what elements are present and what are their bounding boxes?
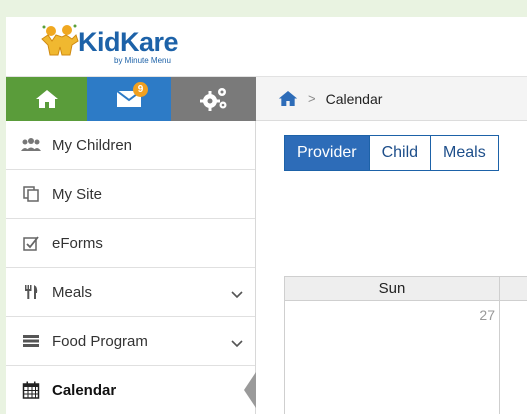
sidebar-item-label: My Children xyxy=(52,136,133,154)
sidebar-item-meals[interactable]: Meals xyxy=(6,268,255,317)
app-header: KidKare by Minute Menu xyxy=(6,17,527,77)
server-icon xyxy=(6,334,52,348)
logo-tagline: by Minute Menu xyxy=(114,56,171,65)
top-icon-bar: 9 xyxy=(6,77,256,121)
calendar-day-header: Sun xyxy=(284,277,500,300)
sidebar: My Children My Site eForms Meals Food Pr… xyxy=(6,121,256,414)
view-tabs: Provider Child Meals xyxy=(284,135,499,171)
sidebar-item-label: eForms xyxy=(52,234,103,252)
breadcrumb: > Calendar xyxy=(256,77,527,121)
calendar-grid: Sun 27 xyxy=(284,276,527,414)
messages-button[interactable]: 9 xyxy=(87,77,171,121)
sidebar-item-label: Meals xyxy=(52,283,93,301)
calendar-day-cell[interactable]: 27 xyxy=(284,301,500,414)
tab-meals[interactable]: Meals xyxy=(431,135,499,171)
children-icon xyxy=(6,138,52,152)
message-count-badge: 9 xyxy=(133,82,148,97)
sidebar-item-calendar[interactable]: Calendar xyxy=(6,366,256,414)
sidebar-item-label: Calendar xyxy=(52,381,117,399)
fork-knife-icon xyxy=(6,284,52,300)
active-indicator xyxy=(244,372,256,408)
sidebar-item-my-site[interactable]: My Site xyxy=(6,170,255,219)
gears-icon xyxy=(199,88,226,111)
sidebar-item-label: Food Program xyxy=(52,332,148,350)
sidebar-item-my-children[interactable]: My Children xyxy=(6,121,255,170)
copy-icon xyxy=(6,186,52,202)
breadcrumb-current: Calendar xyxy=(325,90,383,107)
kidkare-logo[interactable]: KidKare by Minute Menu xyxy=(40,23,210,69)
sidebar-item-food-program[interactable]: Food Program xyxy=(6,317,255,366)
breadcrumb-separator: > xyxy=(308,91,316,106)
chevron-down-icon[interactable] xyxy=(231,335,243,353)
home-icon xyxy=(35,90,58,108)
chevron-down-icon[interactable] xyxy=(231,286,243,304)
settings-button[interactable] xyxy=(171,77,256,121)
calendar-header-row: Sun xyxy=(284,277,527,301)
app-frame: KidKare by Minute Menu 9 > Calendar My C… xyxy=(6,17,527,414)
tab-child[interactable]: Child xyxy=(369,135,432,171)
sidebar-item-label: My Site xyxy=(52,185,103,203)
home-icon xyxy=(278,91,298,106)
logo-wordmark: KidKare xyxy=(78,27,179,57)
checkbox-edit-icon xyxy=(6,235,52,251)
sidebar-item-eforms[interactable]: eForms xyxy=(6,219,255,268)
tab-provider[interactable]: Provider xyxy=(284,135,370,171)
breadcrumb-home-link[interactable] xyxy=(278,90,298,107)
calendar-day-number: 27 xyxy=(479,307,495,323)
kids-logo-icon xyxy=(41,24,79,56)
home-button[interactable] xyxy=(6,77,87,121)
calendar-icon xyxy=(6,381,52,399)
calendar-week-row: 27 xyxy=(284,301,527,414)
